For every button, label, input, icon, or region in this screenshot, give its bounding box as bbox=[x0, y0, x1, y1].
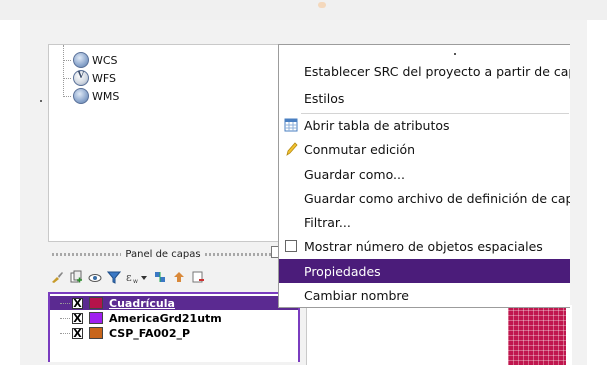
layer-visibility-checkbox[interactable]: X bbox=[72, 297, 83, 309]
browser-item-wcs[interactable]: WCS bbox=[63, 51, 118, 69]
menu-item-rename[interactable]: Cambiar nombre bbox=[279, 283, 570, 307]
layer-name: CSP_FA002_P bbox=[109, 326, 191, 340]
expand-all-icon[interactable] bbox=[153, 269, 167, 283]
layers-list: X Cuadrícula X AmericaGrd21utm X CSP_FA0… bbox=[48, 292, 300, 362]
layer-context-menu: Establecer SRC del proyecto a partir de … bbox=[278, 44, 570, 308]
layer-name: Cuadrícula bbox=[109, 296, 175, 310]
top-decoration bbox=[318, 2, 326, 8]
window-top-strip bbox=[0, 0, 607, 20]
layer-visibility-checkbox[interactable]: X bbox=[72, 312, 83, 324]
menu-item-open-attribute-table[interactable]: Abrir tabla de atributos bbox=[279, 113, 570, 137]
add-group-icon[interactable] bbox=[69, 269, 83, 283]
browser-item-wms[interactable]: WMS bbox=[63, 87, 119, 105]
remove-layer-icon[interactable] bbox=[191, 269, 205, 283]
browser-item-label: WFS bbox=[92, 71, 116, 85]
layer-color-swatch bbox=[89, 297, 103, 309]
layers-panel-title: Panel de capas bbox=[48, 246, 278, 262]
browser-item-label: WMS bbox=[92, 89, 120, 103]
map-grid-render bbox=[508, 305, 566, 365]
globe-wfs-icon: V bbox=[73, 70, 89, 86]
browser-item-label: WCS bbox=[92, 53, 118, 67]
browser-panel: WCS V WFS WMS bbox=[48, 44, 308, 242]
menu-item-toggle-editing[interactable]: Conmutar edición bbox=[279, 137, 570, 161]
svg-text:ε: ε bbox=[126, 271, 132, 284]
menu-item-styles[interactable]: Estilos bbox=[279, 86, 570, 110]
splitter-dot bbox=[40, 100, 42, 102]
menu-item-save-as[interactable]: Guardar como... bbox=[279, 162, 570, 186]
layer-name: AmericaGrd21utm bbox=[109, 311, 222, 325]
layer-row-cuadricula[interactable]: X Cuadrícula bbox=[50, 296, 298, 310]
layer-row-americagrd21utm[interactable]: X AmericaGrd21utm bbox=[50, 311, 298, 325]
layer-row-csp-fa002-p[interactable]: X CSP_FA002_P bbox=[50, 326, 298, 340]
layer-color-swatch bbox=[89, 312, 103, 324]
svg-text:w: w bbox=[133, 278, 138, 284]
pencil-edit-icon bbox=[284, 142, 298, 156]
layers-panel-title-text: Panel de capas bbox=[125, 248, 201, 260]
layers-toolbar: εw bbox=[50, 266, 205, 286]
filter-icon[interactable] bbox=[106, 269, 122, 284]
layer-visibility-checkbox[interactable]: X bbox=[72, 327, 83, 339]
attribute-table-icon bbox=[284, 118, 298, 132]
visibility-eye-icon[interactable] bbox=[88, 269, 102, 283]
browser-item-wfs[interactable]: V WFS bbox=[63, 69, 116, 87]
collapse-all-icon[interactable] bbox=[172, 269, 186, 283]
layer-color-swatch bbox=[89, 327, 103, 339]
menu-scroll-indicator bbox=[454, 53, 456, 55]
menu-item-show-feature-count[interactable]: Mostrar número de objetos espaciales bbox=[279, 234, 570, 258]
filter-expression-icon[interactable]: εw bbox=[126, 269, 148, 285]
menu-item-properties[interactable]: Propiedades bbox=[279, 259, 570, 283]
menu-item-save-as-layer-definition[interactable]: Guardar como archivo de definición de ca… bbox=[279, 186, 570, 210]
menu-item-filter[interactable]: Filtrar... bbox=[279, 210, 570, 234]
checkbox-unchecked-icon[interactable] bbox=[284, 239, 298, 253]
style-brush-icon[interactable] bbox=[50, 269, 64, 283]
menu-item-set-project-crs[interactable]: Establecer SRC del proyecto a partir de … bbox=[279, 59, 570, 83]
globe-wcs-icon bbox=[73, 52, 89, 68]
globe-wms-icon bbox=[73, 88, 89, 104]
